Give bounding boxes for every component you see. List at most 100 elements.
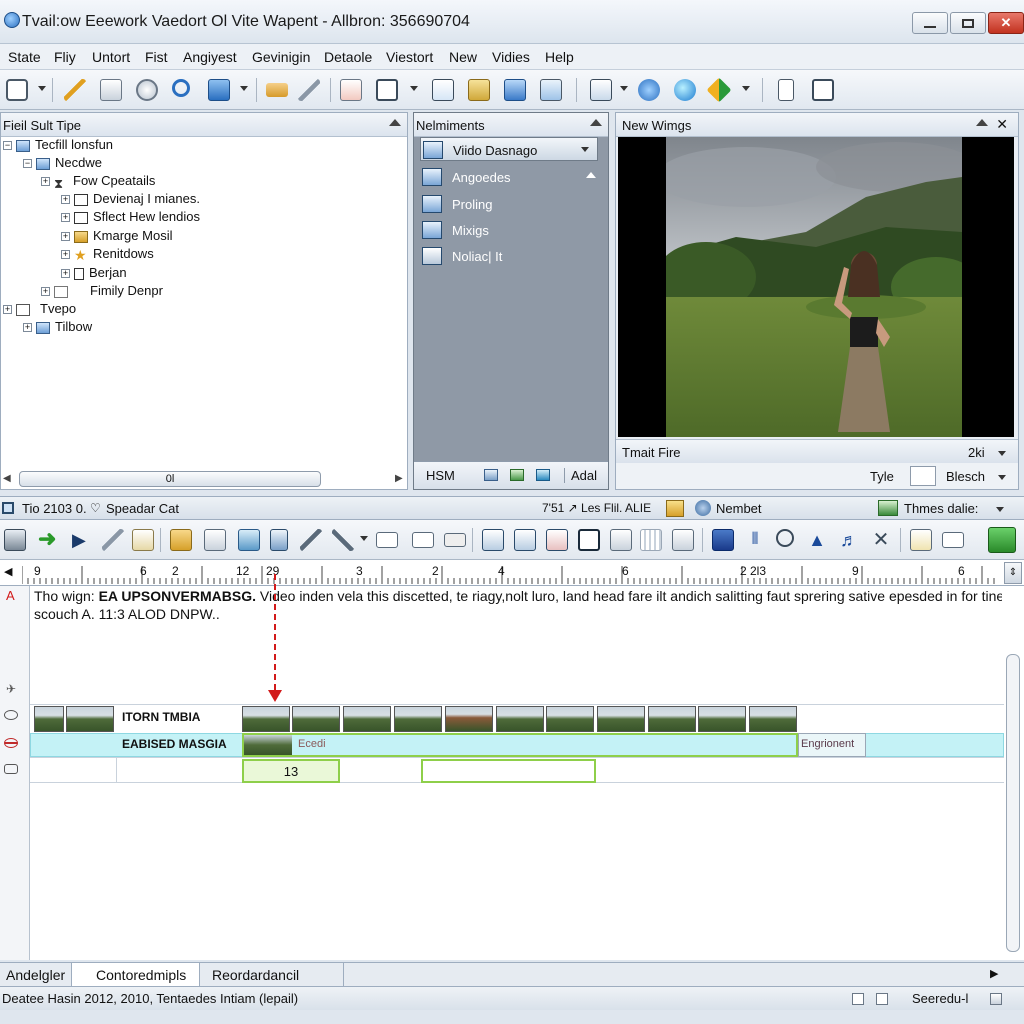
element-item[interactable]: Mixigs [420, 218, 598, 242]
hsm-button[interactable]: HSM [426, 468, 455, 483]
clip-thumbnail[interactable] [648, 706, 696, 732]
status-icon[interactable] [876, 993, 888, 1005]
expand-icon[interactable]: + [41, 287, 50, 297]
zoom-toggle-icon[interactable]: ⇕ [1004, 562, 1022, 584]
printer-icon[interactable] [672, 529, 694, 551]
expand-icon[interactable]: − [3, 141, 12, 151]
chevron-down-icon[interactable] [998, 451, 1006, 456]
pin-icon[interactable]: ✈ [6, 682, 16, 696]
text-icon[interactable] [546, 529, 568, 551]
grid-icon[interactable] [640, 529, 662, 551]
status-right[interactable]: Seeredu-l [912, 991, 968, 1006]
scroll-right-icon[interactable]: ▶ [395, 473, 405, 484]
window-icon[interactable] [208, 79, 230, 101]
clip-icon[interactable] [376, 532, 398, 548]
mute-icon[interactable] [4, 738, 18, 748]
eye-icon[interactable] [4, 710, 18, 720]
expand-icon[interactable]: + [61, 232, 70, 242]
collapse-icon[interactable] [586, 172, 596, 178]
paste-icon[interactable] [468, 79, 490, 101]
type-select[interactable]: Blesch [946, 469, 985, 484]
render-icon[interactable] [988, 527, 1016, 553]
tree-item[interactable]: − Necdwe [23, 155, 102, 173]
clip-thumbnail[interactable] [445, 706, 493, 732]
clip-thumbnail[interactable] [34, 706, 64, 732]
tools-icon[interactable] [332, 529, 354, 551]
playhead-line[interactable] [274, 574, 276, 700]
layers-icon[interactable] [504, 79, 526, 101]
menu-item[interactable]: Vidies [492, 49, 530, 65]
menu-item[interactable]: Viestort [386, 49, 433, 65]
brush-icon[interactable] [298, 79, 320, 101]
playhead-marker-icon[interactable] [268, 690, 282, 702]
chevron-down-icon[interactable] [410, 86, 418, 91]
zoom-value[interactable]: 2ki [968, 445, 985, 460]
expand-icon[interactable]: + [61, 213, 70, 223]
chevron-down-icon[interactable] [240, 86, 248, 91]
chevron-down-icon[interactable] [360, 536, 368, 541]
tree-item[interactable]: + ★ Renitdows [61, 246, 154, 264]
chevron-down-icon[interactable] [742, 86, 750, 91]
cut-icon[interactable]: ✕ [870, 529, 892, 551]
add-button[interactable]: Adal [564, 468, 597, 483]
chevron-down-icon[interactable] [998, 475, 1006, 480]
tree-item[interactable]: − Tecfill lonsfun [3, 137, 113, 155]
screen-icon[interactable] [238, 529, 260, 551]
expand-icon[interactable]: + [61, 250, 70, 260]
collapse-icon[interactable] [590, 119, 602, 126]
tree-item[interactable]: + Sflect Hew lendios [61, 209, 200, 227]
monitor-icon[interactable] [4, 529, 26, 551]
network-icon[interactable] [638, 79, 660, 101]
tab-scroll-right-icon[interactable]: ▶ [990, 967, 998, 980]
levels-icon[interactable]: ▲ [806, 529, 828, 551]
menu-item[interactable]: Detaole [324, 49, 372, 65]
tree-item[interactable]: + Tilbow [23, 319, 92, 337]
element-item[interactable]: Proling [420, 192, 598, 216]
pencil-icon[interactable] [64, 79, 86, 101]
element-item[interactable]: Noliac| It [420, 244, 598, 268]
edit-icon[interactable] [540, 79, 562, 101]
chevron-down-icon[interactable] [996, 507, 1004, 512]
split-icon[interactable] [444, 533, 466, 547]
pointer-icon[interactable] [812, 79, 834, 101]
window-icon[interactable] [942, 532, 964, 548]
resize-icon[interactable] [990, 993, 1002, 1005]
effects-icon[interactable] [706, 77, 732, 103]
scroll-left-icon[interactable]: ◀ [3, 473, 13, 484]
menu-item[interactable]: New [449, 49, 477, 65]
type-input[interactable] [910, 466, 936, 486]
film-icon[interactable] [536, 469, 550, 481]
clip-thumbnail[interactable] [394, 706, 442, 732]
expand-icon[interactable]: + [23, 323, 32, 333]
tab-contoredmipls[interactable]: Contoredmipls [72, 963, 200, 987]
export-icon[interactable] [482, 529, 504, 551]
menu-item[interactable]: Fist [145, 49, 168, 65]
clip-thumbnail[interactable] [66, 706, 114, 732]
vertical-scrollbar[interactable] [1006, 654, 1020, 952]
collapse-icon[interactable] [976, 119, 988, 126]
tree-item[interactable]: + Kmarge Mosil [61, 228, 172, 246]
copy-icon[interactable] [432, 79, 454, 101]
text-track-icon[interactable]: A [6, 588, 15, 603]
crop-icon[interactable] [578, 529, 600, 551]
expand-icon[interactable]: + [61, 195, 70, 205]
image-icon[interactable] [510, 469, 524, 481]
tree-item[interactable]: + Berjan [61, 265, 127, 283]
close-icon[interactable]: ✕ [996, 116, 1008, 133]
print-icon[interactable] [610, 529, 632, 551]
frame-icon[interactable] [412, 532, 434, 548]
close-button[interactable]: ✕ [988, 12, 1024, 34]
menu-item[interactable]: Gevinigin [252, 49, 310, 65]
tree-item[interactable]: + Devienaj I mianes. [61, 191, 200, 209]
settings-icon[interactable] [776, 529, 794, 547]
tree-item[interactable]: + Tvepo [3, 301, 76, 319]
folder-open-icon[interactable] [266, 83, 288, 97]
play-icon[interactable]: ▶ [72, 529, 94, 551]
monitor-icon[interactable] [484, 469, 498, 481]
tree-item[interactable]: + Fimily Denpr [41, 283, 163, 301]
clip-thumbnail[interactable] [749, 706, 797, 732]
menu-item[interactable]: Help [545, 49, 574, 65]
note-icon[interactable] [132, 529, 154, 551]
disc-icon[interactable] [136, 79, 158, 101]
marker-clip[interactable] [421, 759, 596, 783]
